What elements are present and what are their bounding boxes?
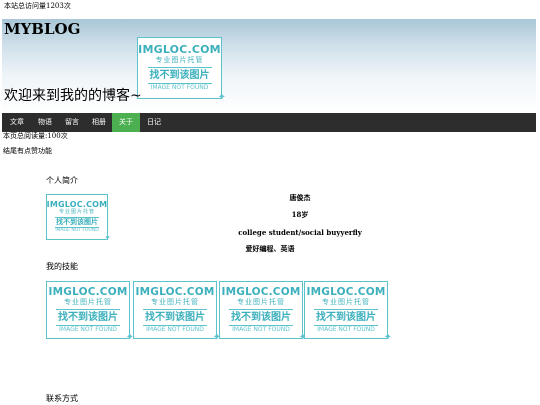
placeholder-brand: IMGLOC.COM [221, 286, 301, 298]
nav-item-stories[interactable]: 物语 [32, 113, 58, 132]
contact-section-title: 联系方式 [46, 394, 78, 403]
nav-item-articles[interactable]: 文章 [2, 113, 32, 132]
placeholder-english-text: IMAGE NOT FOUND [150, 84, 209, 91]
star-icon: ✦ [383, 332, 392, 343]
placeholder-brand: IMGLOC.COM [135, 286, 215, 298]
profile-hobby: 爱好编程、英语 [245, 244, 295, 253]
placeholder-main-text: 找不到该图片 [314, 309, 378, 326]
star-icon: ✦ [217, 92, 226, 103]
placeholder-brand: IMGLOC.COM [306, 286, 386, 298]
skill-image: IMGLOC.COM 专业图片托管 找不到该图片 IMAGE NOT FOUND… [46, 281, 134, 343]
skills-section-title: 我的技能 [46, 262, 78, 271]
placeholder-brand: IMGLOC.COM [46, 200, 108, 209]
site-visit-counter: 本站总访问量1203次 [4, 2, 71, 10]
placeholder-main-text: 找不到该图片 [56, 309, 120, 326]
intro-section-title: 个人简介 [46, 176, 78, 185]
nav-bar: 文章 物语 留言 相册 关于 日记 [2, 113, 536, 132]
placeholder-subtitle: 专业图片托管 [237, 298, 285, 306]
star-icon: ✦ [104, 233, 111, 242]
nav-item-album[interactable]: 相册 [86, 113, 112, 132]
skill-image: IMGLOC.COM 专业图片托管 找不到该图片 IMAGE NOT FOUND… [219, 281, 307, 343]
placeholder-brand: IMGLOC.COM [138, 43, 221, 56]
welcome-heading: 欢迎来到我的的博客~ [4, 88, 142, 104]
placeholder-english-text: IMAGE NOT FOUND [55, 228, 99, 233]
placeholder-english-text: IMAGE NOT FOUND [59, 326, 117, 333]
nav-item-diary[interactable]: 日记 [140, 113, 168, 132]
skill-image: IMGLOC.COM 专业图片托管 找不到该图片 IMAGE NOT FOUND… [133, 281, 221, 343]
skill-image: IMGLOC.COM 专业图片托管 找不到该图片 IMAGE NOT FOUND… [304, 281, 392, 343]
placeholder-main-text: 找不到该图片 [229, 309, 293, 326]
placeholder-subtitle: 专业图片托管 [322, 298, 370, 306]
placeholder-subtitle: 专业图片托管 [155, 56, 204, 64]
placeholder-english-text: IMAGE NOT FOUND [317, 326, 375, 333]
placeholder-main-text: 找不到该图片 [55, 217, 99, 228]
nav-item-messages[interactable]: 留言 [58, 113, 86, 132]
profile-role: college student/social buyyerfly [238, 228, 362, 237]
placeholder-subtitle: 专业图片托管 [64, 298, 112, 306]
profile-name: 唐俊杰 [289, 193, 311, 202]
placeholder-subtitle: 专业图片托管 [151, 298, 199, 306]
profile-age: 18岁 [291, 210, 309, 219]
placeholder-english-text: IMAGE NOT FOUND [232, 326, 290, 333]
header-banner: MYBLOG IMGLOC.COM 专业图片托管 找不到该图片 IMAGE NO… [2, 19, 536, 113]
placeholder-brand: IMGLOC.COM [48, 286, 128, 298]
header-image: IMGLOC.COM 专业图片托管 找不到该图片 IMAGE NOT FOUND… [137, 37, 226, 103]
page-read-counter: 本页总阅读量:100次 [3, 132, 68, 140]
nav-item-about[interactable]: 关于 [112, 113, 140, 132]
like-hint: 结尾有点赞功能 [3, 147, 52, 155]
site-logo[interactable]: MYBLOG [4, 19, 80, 39]
placeholder-english-text: IMAGE NOT FOUND [146, 326, 204, 333]
placeholder-main-text: 找不到该图片 [143, 309, 207, 326]
placeholder-subtitle: 专业图片托管 [58, 209, 95, 215]
placeholder-main-text: 找不到该图片 [147, 67, 212, 84]
avatar: IMGLOC.COM 专业图片托管 找不到该图片 IMAGE NOT FOUND… [46, 194, 111, 242]
